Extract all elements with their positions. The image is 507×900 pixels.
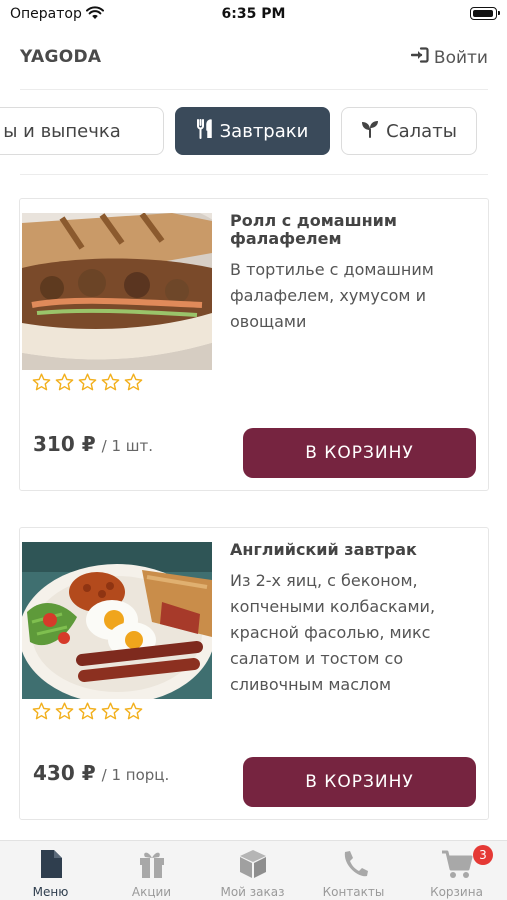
tab-menu[interactable]: Меню	[0, 841, 101, 900]
star-icon[interactable]	[32, 702, 51, 720]
gift-icon	[101, 849, 202, 881]
status-bar: Оператор 6:35 PM	[0, 0, 507, 30]
battery-icon	[470, 7, 500, 20]
document-icon	[0, 849, 101, 881]
tab-cart[interactable]: 3 Корзина	[406, 841, 507, 900]
tab-contacts[interactable]: Контакты	[303, 841, 404, 900]
tab-promotions[interactable]: Акции	[101, 841, 202, 900]
add-to-cart-button[interactable]: В КОРЗИНУ	[243, 428, 476, 478]
star-icon[interactable]	[78, 373, 97, 391]
tab-my-order[interactable]: Мой заказ	[202, 841, 303, 900]
product-price: 310 ₽ / 1 шт.	[33, 432, 153, 456]
login-icon	[410, 47, 429, 68]
cart-badge: 3	[473, 845, 493, 865]
product-title: Ролл с домашним фалафелем	[230, 211, 397, 248]
category-label: Салаты	[386, 120, 457, 142]
star-icon[interactable]	[78, 702, 97, 720]
cutlery-icon	[196, 118, 213, 144]
tab-label: Контакты	[322, 885, 385, 899]
star-icon[interactable]	[55, 702, 74, 720]
divider	[20, 174, 488, 175]
price-amount: 310 ₽	[33, 432, 96, 456]
tab-label: Корзина	[430, 885, 483, 899]
product-title: Английский завтрак	[230, 540, 417, 559]
add-to-cart-button[interactable]: В КОРЗИНУ	[243, 757, 476, 807]
login-label: Войти	[433, 47, 488, 68]
tab-label: Меню	[32, 885, 69, 899]
rating-stars[interactable]	[32, 702, 143, 720]
category-label: ы и выпечка	[3, 120, 121, 142]
product-card: Ролл с домашним фалафелем В тортилье с д…	[19, 198, 489, 491]
sprout-icon	[361, 120, 379, 143]
tab-label: Акции	[131, 885, 172, 899]
product-description: В тортилье с домашним фалафелем, хумусом…	[230, 260, 434, 331]
product-card: Английский завтрак Из 2-х яиц, с беконом…	[19, 527, 489, 820]
logo[interactable]: YAGODA	[20, 47, 101, 67]
tab-label: Мой заказ	[220, 885, 285, 899]
star-icon[interactable]	[32, 373, 51, 391]
product-image[interactable]	[22, 542, 212, 699]
product-price: 430 ₽ / 1 порц.	[33, 761, 169, 785]
category-pastry[interactable]: ы и выпечка	[0, 107, 164, 155]
divider	[20, 89, 488, 90]
app-header: YAGODA Войти	[20, 45, 488, 71]
price-unit: / 1 шт.	[101, 437, 154, 455]
product-image[interactable]	[22, 213, 212, 370]
product-description: Из 2-х яиц, с беконом, копчеными колбаск…	[230, 571, 436, 694]
rating-stars[interactable]	[32, 373, 143, 391]
star-icon[interactable]	[55, 373, 74, 391]
category-salads[interactable]: Салаты	[341, 107, 477, 155]
category-tabs: ы и выпечка Завтраки Салаты	[0, 107, 507, 155]
login-button[interactable]: Войти	[410, 47, 488, 68]
phone-icon	[303, 849, 404, 881]
star-icon[interactable]	[124, 373, 143, 391]
price-unit: / 1 порц.	[101, 766, 170, 784]
price-amount: 430 ₽	[33, 761, 96, 785]
category-label: Завтраки	[219, 120, 309, 142]
bottom-tab-bar: Меню Акции Мой заказ Контакты 3 Корзина	[0, 840, 507, 900]
star-icon[interactable]	[101, 373, 120, 391]
clock: 6:35 PM	[221, 6, 286, 22]
box-icon	[202, 849, 303, 881]
category-breakfast[interactable]: Завтраки	[175, 107, 330, 155]
star-icon[interactable]	[124, 702, 143, 720]
star-icon[interactable]	[101, 702, 120, 720]
